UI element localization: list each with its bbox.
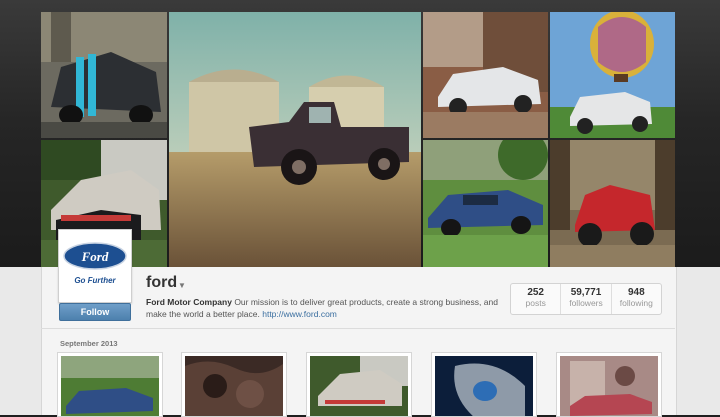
profile-display-name: Ford Motor Company [146, 297, 232, 307]
stat-label: following [619, 298, 653, 308]
follow-button[interactable]: Follow [59, 303, 131, 321]
profile-bio: Ford Motor Company Our mission is to del… [146, 296, 498, 320]
mosaic-photo[interactable] [423, 12, 548, 138]
profile-username: ford [146, 274, 178, 291]
stat-following[interactable]: 948 following [612, 284, 661, 314]
stat-value: 59,771 [570, 287, 602, 298]
profile-avatar[interactable]: Ford Go Further [58, 229, 132, 303]
feed-thumbnail[interactable] [306, 352, 412, 417]
stat-posts[interactable]: 252 posts [511, 284, 562, 314]
month-header: September 2013 [60, 339, 118, 348]
feed-thumbnail[interactable] [57, 352, 163, 417]
stat-value: 252 [527, 287, 544, 298]
logo-tagline: Go Further [74, 276, 116, 285]
featured-photo[interactable] [169, 12, 421, 267]
photo-mosaic [41, 12, 675, 267]
mosaic-photo[interactable] [550, 140, 675, 267]
stat-label: followers [569, 298, 603, 308]
stat-value: 948 [627, 287, 645, 298]
mosaic-photo[interactable] [550, 12, 675, 138]
mosaic-photo[interactable] [41, 12, 167, 138]
stat-followers[interactable]: 59,771 followers [561, 284, 612, 314]
ford-logo-text: Ford [81, 249, 109, 264]
profile-website-link[interactable]: http://www.ford.com [262, 309, 337, 319]
feed-thumbnail[interactable] [181, 352, 287, 417]
caret-down-icon[interactable]: ▼ [178, 281, 186, 290]
feed-thumbnail[interactable] [556, 352, 662, 417]
profile-stats: 252 posts 59,771 followers 948 following [510, 283, 662, 315]
mosaic-photo[interactable] [423, 140, 548, 267]
feed-thumbnail[interactable] [431, 352, 537, 417]
divider [41, 328, 675, 329]
stat-label: posts [525, 298, 546, 308]
